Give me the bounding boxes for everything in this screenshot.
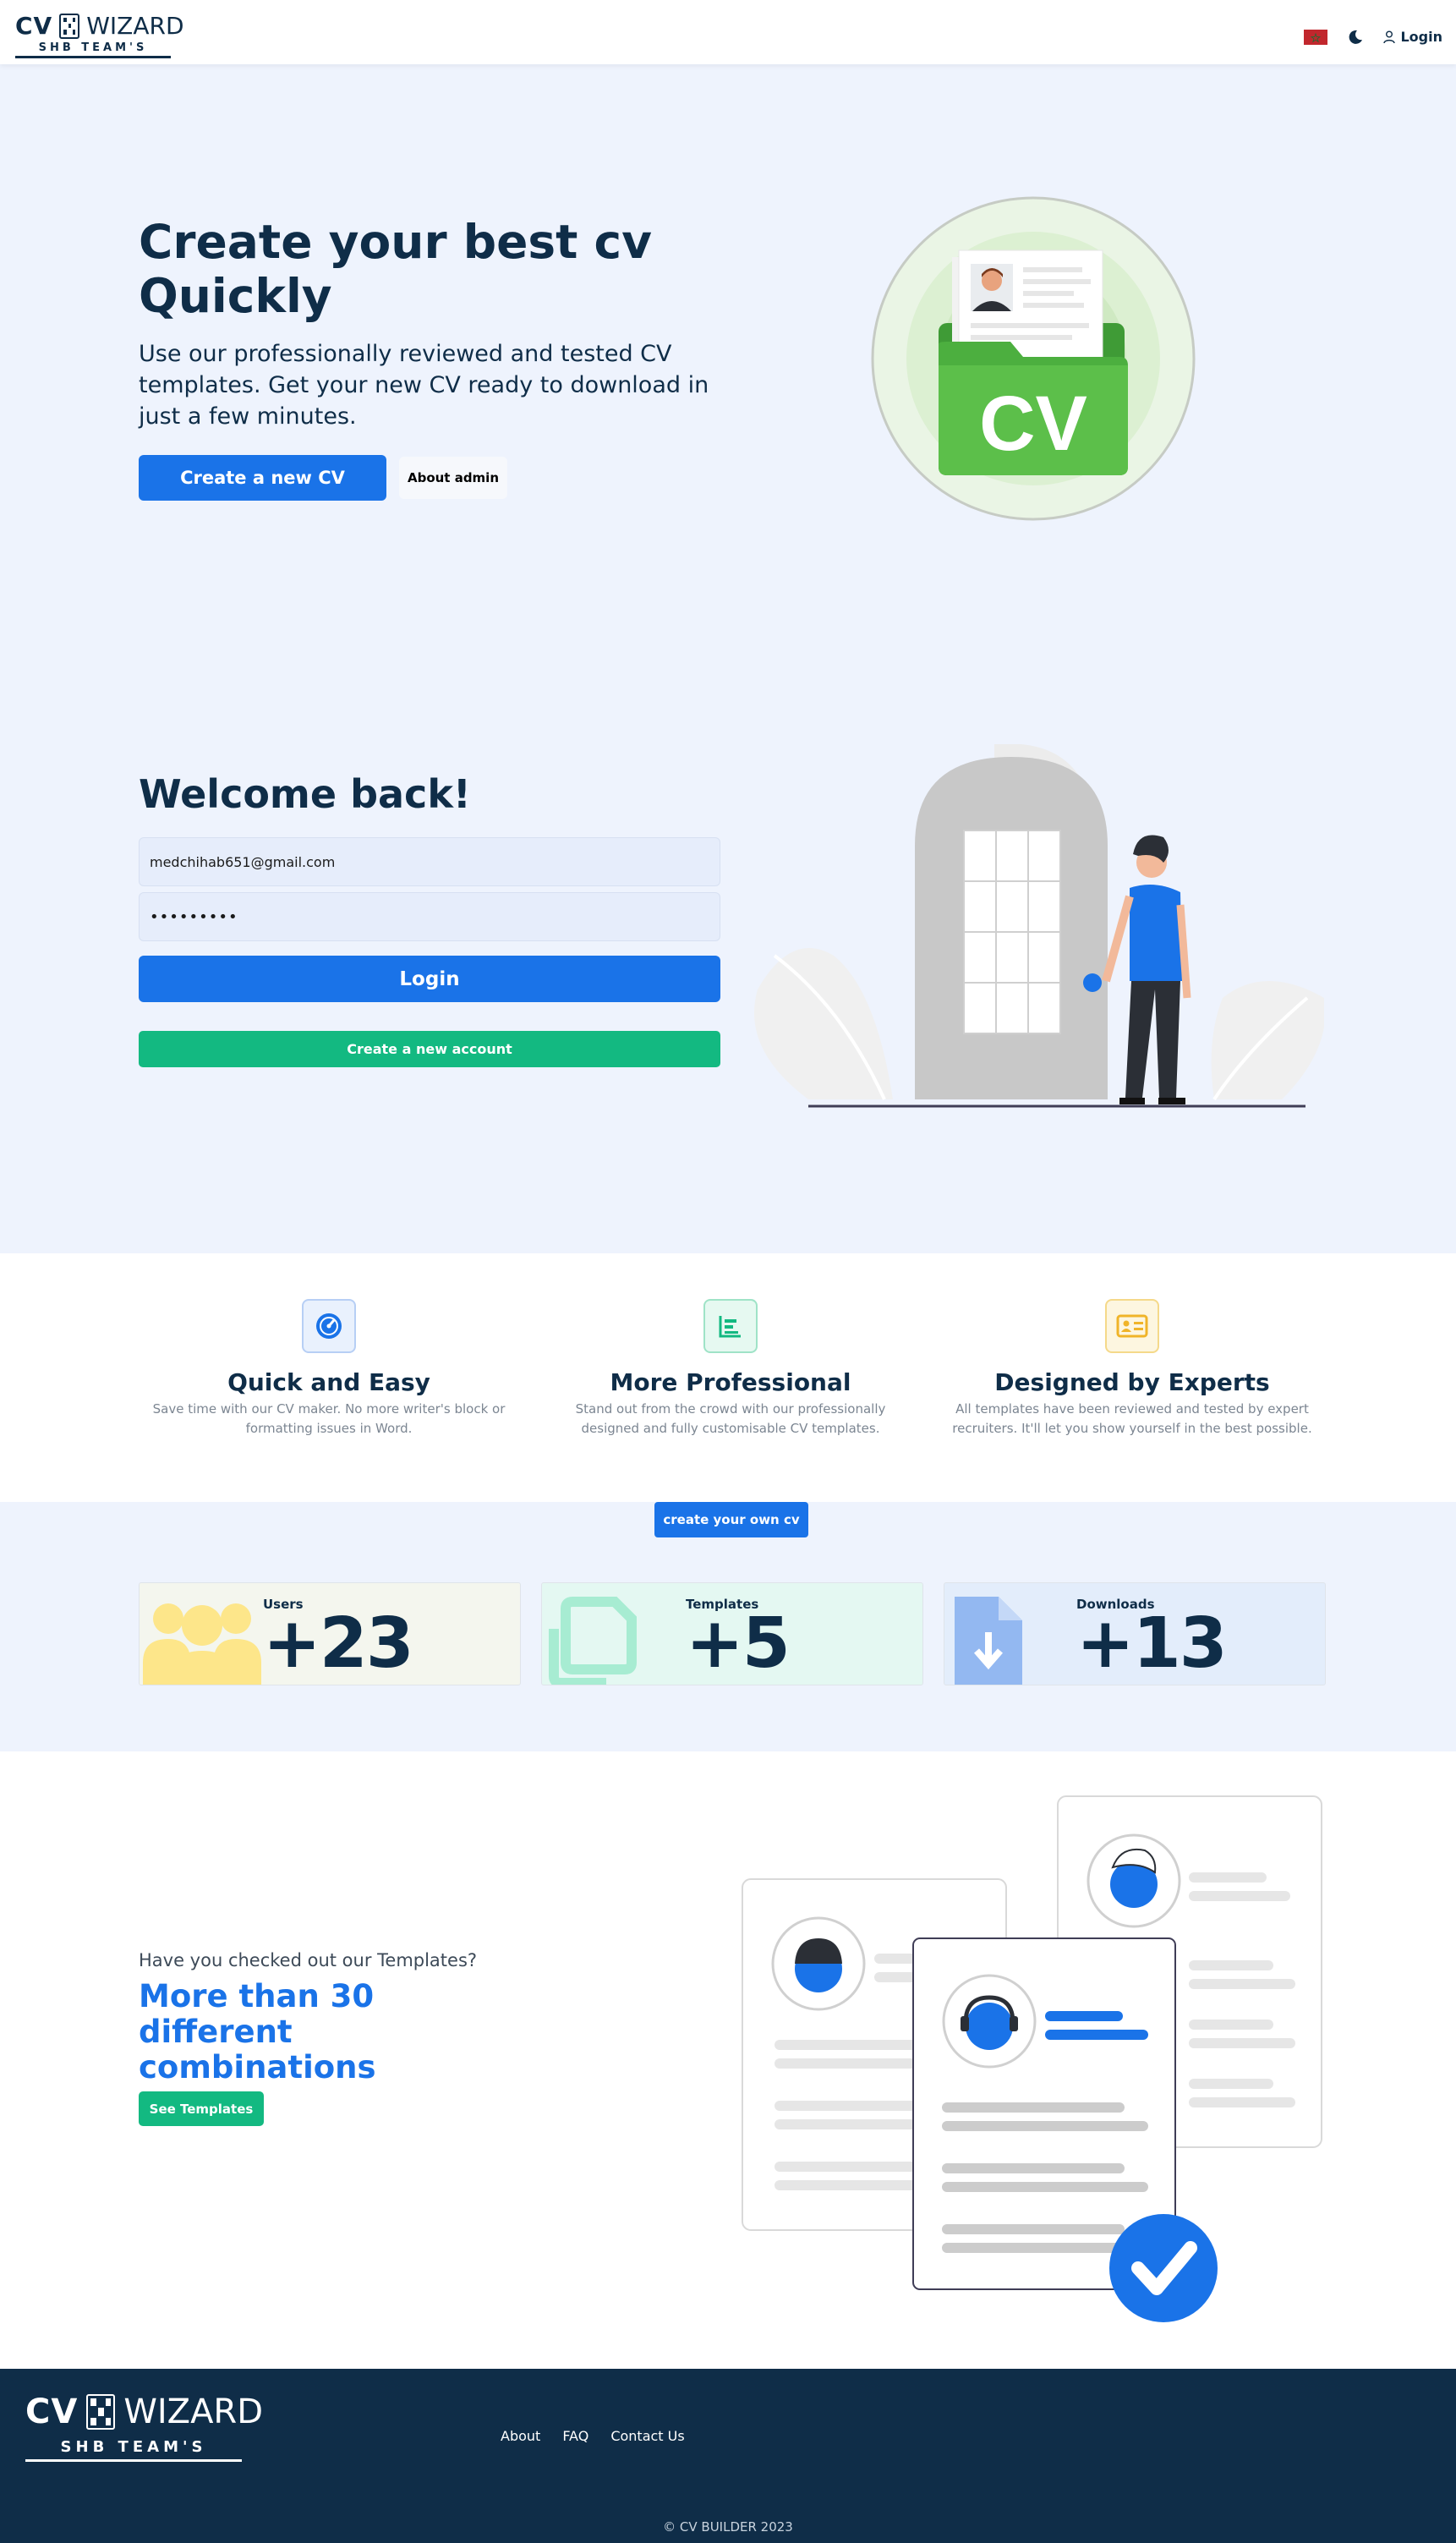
hero-title: Create your best cv Quickly (139, 215, 653, 323)
templates-illustration (742, 1795, 1322, 2322)
email-value: medchihab651@gmail.com (150, 853, 336, 870)
feature-description: Stand out from the crowd with our profes… (575, 1401, 886, 1436)
copyright-text: © CV BUILDER 2023 (663, 2519, 793, 2535)
logo-wizard-text: WIZARD (123, 2392, 264, 2431)
feature-description: All templates have been reviewed and tes… (952, 1401, 1312, 1436)
logo-cv-text: CV (25, 2392, 79, 2431)
create-account-button[interactable]: Create a new account (139, 1031, 720, 1067)
about-admin-button[interactable]: About admin (399, 457, 507, 499)
stats-section: create your own cv Users +23 Templates +… (0, 1502, 1456, 1751)
logo-cv-text: CV (15, 12, 53, 40)
brand-logo[interactable]: CV WIZARD SHB TEAM'S (15, 12, 184, 58)
user-icon (1383, 30, 1396, 43)
footer-link-faq[interactable]: FAQ (562, 2428, 588, 2444)
feature-more-professional: More Professional Stand out from the cro… (545, 1299, 917, 1439)
feature-title: Quick and Easy (227, 1368, 430, 1396)
nav-login-label: Login (1400, 29, 1442, 45)
cv-folder-illustration: CV (871, 196, 1196, 521)
nav-login-link[interactable]: Login (1383, 29, 1442, 45)
hero-description: Use our professionally reviewed and test… (139, 341, 709, 430)
door-person-illustration (754, 744, 1324, 1108)
footer: CV WIZARD SHB TEAM'S About FAQ Contact U… (0, 2369, 1456, 2543)
top-navbar: CV WIZARD SHB TEAM'S Login (0, 0, 1456, 64)
stat-value: +23 (263, 1603, 414, 1684)
footer-link-contact[interactable]: Contact Us (610, 2428, 684, 2444)
create-own-cv-button[interactable]: create your own cv (654, 1502, 808, 1537)
users-icon (143, 1603, 261, 1685)
speedometer-icon (302, 1299, 356, 1353)
password-field[interactable]: ••••••••• (139, 892, 720, 941)
footer-logo[interactable]: CV WIZARD SHB TEAM'S (25, 2392, 263, 2462)
feature-title: Designed by Experts (994, 1368, 1270, 1396)
dark-mode-toggle-icon[interactable] (1348, 30, 1363, 45)
logo-wizard-text: WIZARD (86, 12, 184, 40)
create-new-cv-button[interactable]: Create a new CV (139, 455, 386, 501)
footer-link-about[interactable]: About (501, 2428, 540, 2444)
id-card-icon (1105, 1299, 1159, 1353)
footer-links: About FAQ Contact Us (501, 2428, 685, 2444)
feature-designed-experts: Designed by Experts All templates have b… (946, 1299, 1318, 1439)
templates-headline: More than 30 different combinations (139, 1978, 376, 2085)
language-flag-icon[interactable] (1304, 29, 1328, 45)
login-button[interactable]: Login (139, 956, 720, 1002)
file-download-icon (955, 1597, 1022, 1685)
feature-description: Save time with our CV maker. No more wri… (152, 1401, 506, 1436)
templates-question: Have you checked out our Templates? (139, 1950, 478, 1970)
stat-value: +5 (686, 1603, 791, 1684)
qr-icon (59, 13, 80, 39)
cv-art-label: CV (979, 381, 1087, 467)
logo-team-text: SHB TEAM'S (15, 41, 171, 58)
feature-title: More Professional (610, 1368, 851, 1396)
see-templates-button[interactable]: See Templates (139, 2091, 264, 2126)
password-value: ••••••••• (150, 907, 238, 926)
logo-team-text: SHB TEAM'S (25, 2438, 242, 2462)
qr-icon (86, 2394, 116, 2430)
email-field[interactable]: medchihab651@gmail.com (139, 837, 720, 886)
copy-icon (549, 1597, 637, 1685)
stat-card-templates: Templates +5 (541, 1582, 923, 1685)
stat-card-users: Users +23 (139, 1582, 521, 1685)
stat-value: +13 (1076, 1603, 1228, 1684)
stat-card-downloads: Downloads +13 (944, 1582, 1326, 1685)
chart-icon (703, 1299, 758, 1353)
welcome-title: Welcome back! (139, 771, 471, 817)
feature-quick-easy: Quick and Easy Save time with our CV mak… (143, 1299, 515, 1439)
features-section: Quick and Easy Save time with our CV mak… (0, 1253, 1456, 1502)
